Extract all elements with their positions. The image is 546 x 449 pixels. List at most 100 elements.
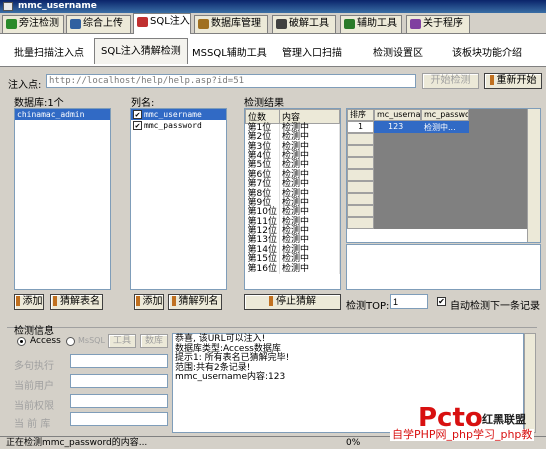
list-item[interactable]: ✔ mmc_password: [131, 120, 226, 131]
record-password: 检测中...: [424, 123, 456, 132]
tab-sql-injection[interactable]: SQL注入: [133, 13, 191, 34]
subnav-intro[interactable]: 该板块功能介绍: [452, 44, 522, 59]
content-cell: 检测中: [279, 132, 340, 143]
row-header: [347, 217, 374, 229]
subnav-admin-scan[interactable]: 管理入口扫描: [282, 44, 342, 59]
radio-access-label: Access: [30, 336, 61, 346]
tab-crack-tools[interactable]: 破解工具: [272, 15, 336, 33]
injection-url-input[interactable]: [46, 74, 416, 88]
table-row[interactable]: 123 检测中...: [374, 121, 469, 133]
guess-icon: [171, 296, 176, 306]
radio-mssql[interactable]: [66, 337, 75, 346]
subnav-batch-scan[interactable]: 批量扫描注入点: [14, 44, 84, 59]
column-header: 内容: [279, 109, 340, 124]
columns-label: 列名:: [131, 98, 155, 109]
digit-cell: 第2位: [245, 132, 280, 143]
database-label: 数据库:1个: [14, 98, 64, 109]
app-icon: [3, 2, 13, 11]
record-grid[interactable]: 排序 mc_usernam mc_passwor 1 123 检测中...: [346, 108, 541, 243]
tab-side-detect[interactable]: 旁注检测: [2, 15, 64, 33]
content-cell: 检测中: [279, 264, 340, 274]
stop-icon: [269, 296, 273, 306]
field-label: 当 前 库: [14, 419, 51, 430]
auto-detect-checkbox[interactable]: ✔: [437, 297, 446, 306]
results-label: 检测结果: [244, 98, 284, 109]
table-row[interactable]: 第2位 检测中: [245, 132, 340, 143]
row-header: [347, 145, 374, 157]
table-row[interactable]: 第16位 检测中: [245, 264, 340, 274]
tab-about[interactable]: 关于程序: [406, 15, 470, 33]
row-header: [347, 205, 374, 217]
status-text: 正在检测mmc_password的内容...: [6, 438, 148, 448]
record-username: 123: [388, 122, 404, 131]
column-header: mc_usernam: [374, 109, 421, 121]
guess-icon: [53, 296, 57, 306]
tab-upload[interactable]: 综合上传: [66, 15, 131, 33]
detect-top-label: 检测TOP:: [346, 301, 390, 312]
record-grid-scrollbar[interactable]: [527, 109, 540, 242]
add-icon: [15, 296, 20, 306]
add-column-button[interactable]: 添加: [134, 294, 164, 310]
sql-icon: [137, 17, 148, 27]
add-database-button[interactable]: 添加: [14, 294, 44, 310]
field-label: 当前用户: [14, 381, 54, 392]
guess-columns-button[interactable]: 猜解列名: [168, 294, 222, 310]
tool-button[interactable]: 工具: [108, 334, 136, 348]
row-header: [347, 193, 374, 205]
field-label: 多句执行: [14, 361, 54, 372]
field-label: 当前权限: [14, 401, 54, 412]
multi-statement-field[interactable]: [70, 354, 168, 368]
current-user-field[interactable]: [70, 374, 168, 388]
subnav-mssql-tools[interactable]: MSSQL辅助工具: [192, 44, 267, 59]
tab-db-manage[interactable]: 数据库管理: [194, 15, 268, 33]
guess-tables-button[interactable]: 猜解表名: [50, 294, 103, 310]
watermark-top-text: 红黑联盟: [482, 413, 526, 426]
window-title-bar: mmc_username: [0, 0, 546, 13]
db-button[interactable]: 数库: [140, 334, 168, 348]
start-detect-button[interactable]: 开始检测: [422, 73, 479, 89]
current-privilege-field[interactable]: [70, 394, 168, 408]
aux-tools-icon: [344, 19, 355, 29]
window-title: mmc_username: [18, 1, 97, 11]
subnav-settings[interactable]: 检测设置区: [373, 44, 423, 59]
columns-list[interactable]: ✔ mmc_username ✔ mmc_password: [130, 108, 227, 290]
column-header: mc_passwor: [421, 109, 469, 121]
column-checkbox[interactable]: ✔: [133, 121, 142, 130]
database-icon: [198, 19, 209, 29]
auto-detect-label: 自动检测下一条记录: [450, 301, 540, 312]
watermark-bottom-text: 自学PHP网_php学习_php教: [390, 428, 535, 441]
record-grid-blank: [347, 229, 527, 242]
database-list[interactable]: chinamac_admin: [14, 108, 111, 290]
upload-icon: [70, 19, 81, 29]
radio-access[interactable]: [17, 337, 26, 346]
list-item[interactable]: ✔ mmc_username: [131, 109, 226, 120]
row-header: [347, 181, 374, 193]
subnav-sql-guess[interactable]: SQL注入猜解检测: [94, 38, 188, 64]
side-detect-icon: [6, 19, 17, 29]
sub-navigation: 批量扫描注入点 SQL注入猜解检测 MSSQL辅助工具 管理入口扫描 检测设置区…: [0, 33, 546, 67]
restart-button[interactable]: 重新开始: [484, 73, 542, 89]
results-grid[interactable]: 位数 内容 第1位 检测中 第2位 检测中 第3位 检测中 第4位 检测中 第5位 检测中 第6位检…: [244, 108, 341, 290]
column-header: 位数: [245, 109, 280, 124]
table-row[interactable]: 第7位 检测中: [245, 179, 340, 190]
column-header: 排序: [347, 109, 374, 121]
restart-icon: [489, 75, 494, 85]
list-item[interactable]: chinamac_admin: [15, 109, 110, 120]
digit-cell: 第16位: [245, 264, 280, 274]
record-grid-footer: [346, 244, 541, 290]
progress-percent: 0%: [346, 438, 361, 448]
radio-mssql-label: MsSQL: [78, 336, 105, 345]
row-number: 1: [347, 121, 374, 133]
column-checkbox[interactable]: ✔: [133, 110, 142, 119]
row-header: [347, 169, 374, 181]
status-bar: 正在检测mmc_password的内容... 0% 自学PHP网_php学习_p…: [0, 429, 546, 449]
current-db-field[interactable]: [70, 412, 168, 426]
detect-info-label: 检测信息: [14, 326, 54, 337]
tab-aux-tools[interactable]: 辅助工具: [340, 15, 402, 33]
results-table: 位数 内容 第1位 检测中 第2位 检测中 第3位 检测中 第4位 检测中 第5位 检测中 第6位检…: [245, 109, 340, 274]
detect-top-input[interactable]: [390, 294, 428, 309]
row-header: [347, 133, 374, 145]
add-icon: [135, 296, 140, 306]
stop-guess-button[interactable]: 停止猜解: [244, 294, 341, 310]
digit-cell: 第7位: [245, 179, 280, 190]
